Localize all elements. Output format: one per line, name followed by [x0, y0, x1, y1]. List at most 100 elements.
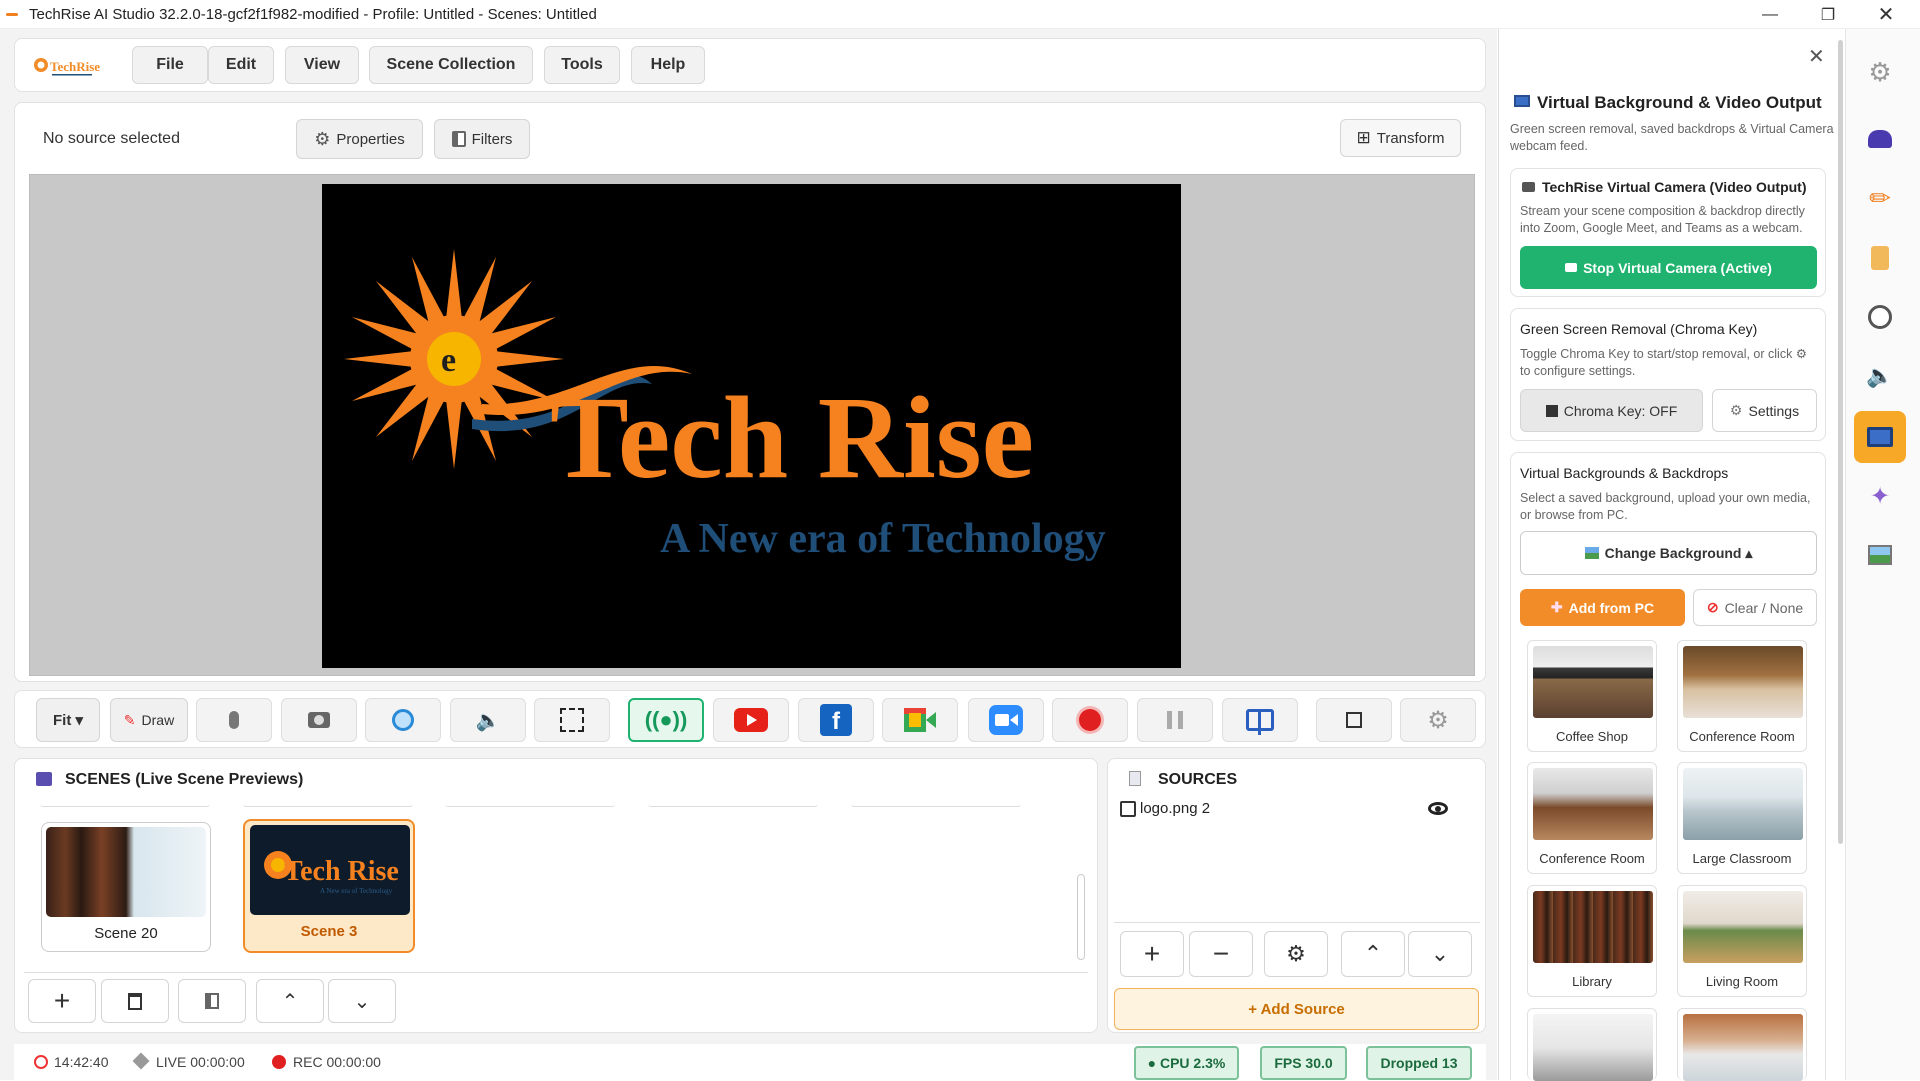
app-icon: [6, 13, 18, 16]
background-option[interactable]: Large Classroom: [1677, 762, 1807, 874]
change-background-button[interactable]: Change Background ▴: [1520, 531, 1817, 575]
scene-20-preview: [46, 827, 206, 917]
chevron-up-icon: ⌃: [281, 990, 299, 1013]
scene-card-20[interactable]: Scene 20: [41, 822, 211, 952]
scene-card-3[interactable]: Tech Rise A New era of Technology Scene …: [243, 819, 415, 953]
add-from-pc-label: Add from PC: [1568, 599, 1655, 616]
region-select-button[interactable]: [534, 698, 610, 742]
sidebar-script[interactable]: [1857, 235, 1903, 281]
add-source-button[interactable]: + Add Source: [1114, 988, 1479, 1030]
scene-edge: [851, 804, 1021, 807]
background-option[interactable]: Coffee Shop: [1527, 640, 1657, 752]
rec-icon: [272, 1055, 286, 1069]
program-canvas[interactable]: e Tech Rise A New era of Technology: [322, 184, 1181, 668]
chroma-settings-button[interactable]: ⚙ Settings: [1712, 389, 1817, 432]
menu-edit[interactable]: Edit: [208, 46, 274, 84]
draw-label: Draw: [141, 712, 175, 728]
background-option[interactable]: Conference Room: [1677, 640, 1807, 752]
stop-virtual-camera-button[interactable]: Stop Virtual Camera (Active): [1520, 246, 1817, 289]
add-source-icon-button[interactable]: +: [1120, 931, 1184, 977]
menu-tools[interactable]: Tools: [544, 46, 620, 84]
menu-view[interactable]: View: [285, 46, 359, 84]
background-option[interactable]: Conference Room: [1527, 762, 1657, 874]
picture-icon: [1868, 545, 1892, 565]
minimize-button[interactable]: —: [1742, 0, 1798, 29]
sidebar-draw[interactable]: ✏: [1857, 175, 1903, 221]
source-item[interactable]: logo.png 2: [1118, 797, 1472, 823]
transform-button[interactable]: ⊞ Transform: [1340, 119, 1461, 157]
coffee-shop-thumbnail: [1533, 646, 1653, 718]
panel-scrollbar[interactable]: [1838, 40, 1843, 844]
zoom-button[interactable]: [968, 698, 1044, 742]
svg-text:e: e: [441, 342, 456, 379]
move-source-up-button[interactable]: ⌃: [1341, 931, 1405, 977]
google-meet-button[interactable]: [882, 698, 958, 742]
chroma-toggle-label: Chroma Key: OFF: [1563, 402, 1678, 419]
scenes-header: SCENES (Live Scene Previews): [65, 771, 304, 788]
zoom-icon: [989, 705, 1023, 735]
add-from-pc-button[interactable]: ✚ Add from PC: [1520, 589, 1685, 626]
eye-icon[interactable]: [1428, 802, 1448, 815]
source-properties-button[interactable]: ⚙: [1264, 931, 1328, 977]
bedroom-thumbnail: [1533, 1014, 1653, 1081]
move-scene-down-button[interactable]: ⌄: [328, 979, 396, 1023]
move-scene-up-button[interactable]: ⌃: [256, 979, 324, 1023]
background-label: Conference Room: [1539, 851, 1645, 866]
draw-button[interactable]: ✎ Draw: [110, 698, 188, 742]
remove-source-button[interactable]: −: [1189, 931, 1253, 977]
filters-button[interactable]: Filters: [434, 119, 530, 159]
pause-button[interactable]: [1137, 698, 1213, 742]
youtube-icon: [734, 708, 768, 732]
sidebar-settings[interactable]: ⚙: [1857, 49, 1903, 95]
camera-button[interactable]: [281, 698, 357, 742]
settings-button[interactable]: ⚙: [1400, 698, 1476, 742]
scene-edge: [445, 804, 615, 807]
close-panel-icon[interactable]: ✕: [1808, 44, 1825, 69]
app-logo: TechRise: [32, 54, 104, 80]
clear-background-button[interactable]: ⊘ Clear / None: [1693, 589, 1817, 626]
scenes-scrollbar[interactable]: [1077, 874, 1085, 960]
filter-icon: [451, 131, 466, 147]
background-option[interactable]: Living Room: [1677, 885, 1807, 997]
delete-scene-button[interactable]: [101, 979, 169, 1023]
chroma-key-toggle[interactable]: Chroma Key: OFF: [1520, 389, 1703, 432]
sidebar-users[interactable]: [1857, 116, 1903, 162]
record-button[interactable]: [1052, 698, 1128, 742]
google-meet-icon: [904, 708, 936, 732]
stream-button[interactable]: ((●)): [628, 698, 704, 742]
facebook-button[interactable]: f: [798, 698, 874, 742]
menu-scene-collection[interactable]: Scene Collection: [369, 46, 533, 84]
youtube-button[interactable]: [713, 698, 789, 742]
studio-mode-button[interactable]: [1222, 698, 1298, 742]
fit-dropdown[interactable]: Fit ▾: [36, 698, 100, 742]
background-option[interactable]: [1527, 1008, 1657, 1081]
sidebar-images[interactable]: [1857, 532, 1903, 578]
fullscreen-icon: [1346, 712, 1362, 728]
audio-button[interactable]: 🔈: [450, 698, 526, 742]
background-option[interactable]: Library: [1527, 885, 1657, 997]
sidebar-audio[interactable]: 🔈: [1857, 353, 1903, 399]
add-scene-button[interactable]: +: [28, 979, 96, 1023]
menu-help[interactable]: Help: [631, 46, 705, 84]
sidebar-virtual-background[interactable]: [1854, 411, 1906, 463]
sidebar-effects[interactable]: ✦: [1857, 473, 1903, 519]
image-icon: [1120, 801, 1136, 817]
large-classroom-thumbnail: [1683, 768, 1803, 840]
status-live: LIVE 00:00:00: [156, 1054, 245, 1070]
scene-filters-button[interactable]: [178, 979, 246, 1023]
source-label: logo.png 2: [1140, 800, 1211, 817]
backgrounds-description: Select a saved background, upload your o…: [1520, 491, 1811, 522]
menu-file[interactable]: File: [132, 46, 208, 84]
fullscreen-button[interactable]: [1316, 698, 1392, 742]
sidebar-history[interactable]: [1857, 294, 1903, 340]
background-label: Conference Room: [1689, 729, 1795, 744]
maximize-button[interactable]: ❐: [1800, 0, 1856, 29]
microphone-button[interactable]: [196, 698, 272, 742]
move-source-down-button[interactable]: ⌄: [1408, 931, 1472, 977]
properties-button[interactable]: ⚙ Properties: [296, 119, 423, 159]
browser-source-button[interactable]: [365, 698, 441, 742]
plus-icon: +: [1143, 938, 1161, 969]
background-option[interactable]: [1677, 1008, 1807, 1081]
magic-wand-icon: ✦: [1869, 482, 1891, 510]
close-window-button[interactable]: ✕: [1858, 0, 1914, 29]
